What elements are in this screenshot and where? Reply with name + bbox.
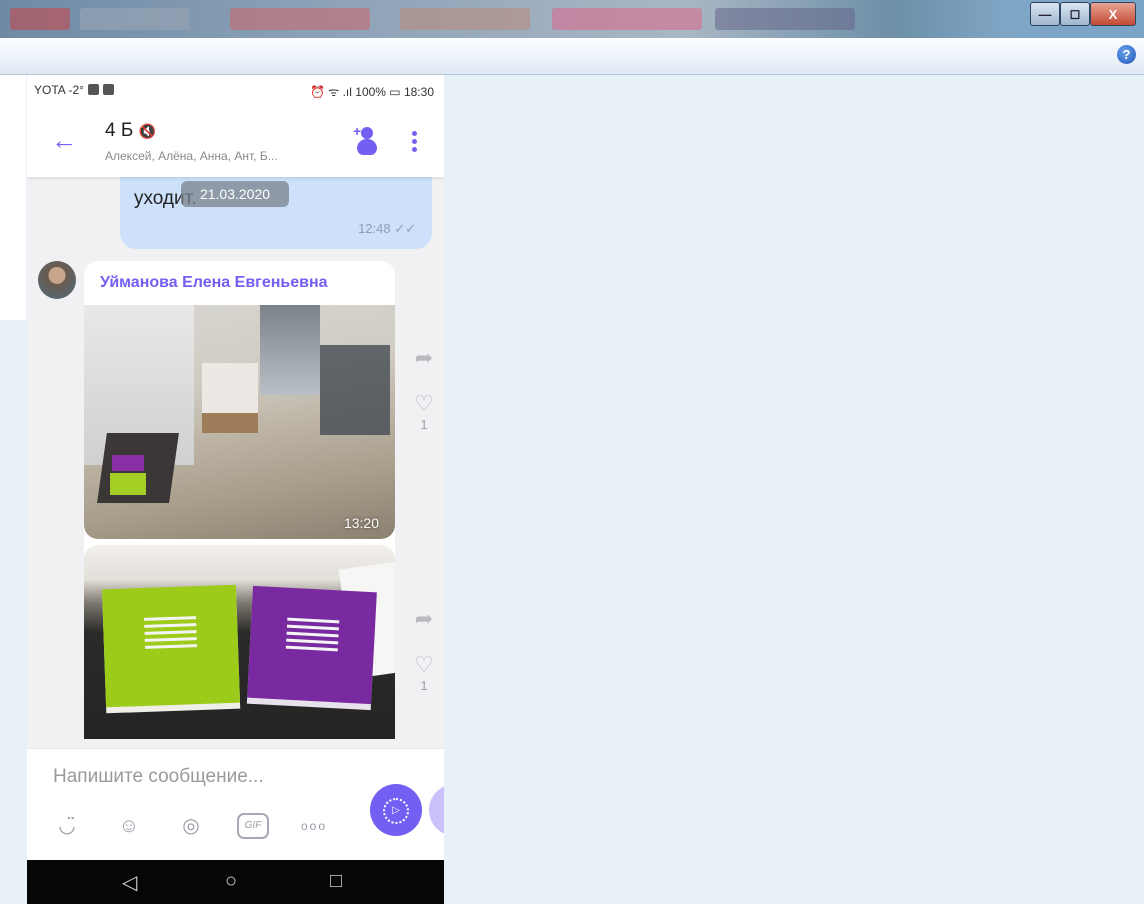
- maximize-button[interactable]: ◻: [1060, 2, 1090, 26]
- chat-header: ← 4 Б 🔇 Алексей, Алёна, Анна, Ант, Б... …: [27, 105, 444, 177]
- gallery-icon[interactable]: ☺: [113, 813, 145, 839]
- blurred-taskbar-item: [715, 8, 855, 30]
- carrier-label: YOTA -2°: [34, 83, 114, 97]
- gallery-notification-icon: [102, 84, 114, 95]
- share-icon[interactable]: ➦: [409, 608, 439, 630]
- nav-back-button[interactable]: ◁: [122, 870, 137, 895]
- window-title-bar: — ◻ X: [0, 0, 1144, 38]
- photo-notebooks[interactable]: [84, 545, 395, 739]
- like-count: 1: [420, 678, 428, 693]
- photo-lobby[interactable]: 13:20: [84, 305, 395, 539]
- secondary-action-button[interactable]: [429, 784, 444, 836]
- left-panel-edge: [0, 75, 26, 320]
- nav-recents-button[interactable]: □: [330, 870, 342, 893]
- photo2-actions: ➦ ♡ 1: [409, 608, 439, 694]
- incoming-message: Уйманова Елена Евгеньевна 13:20: [84, 261, 395, 739]
- gif-icon[interactable]: GIF: [237, 813, 269, 839]
- voice-video-button[interactable]: ▷: [370, 784, 422, 836]
- composer-tools: ◡̈ ☺ ◎ GIF ooo: [51, 813, 359, 839]
- app-toolbar: ?: [0, 38, 1144, 75]
- help-icon[interactable]: ?: [1117, 45, 1136, 64]
- blurred-taskbar-item: [80, 8, 190, 30]
- status-bar: YOTA -2° ⏰ ᯤ .ıl 100% ▭ 18:30: [27, 75, 444, 105]
- message-time: 12:48 ✓✓: [358, 221, 416, 236]
- play-icon: ▷: [383, 798, 409, 825]
- mute-icon: 🔇: [138, 123, 157, 139]
- avatar[interactable]: [38, 261, 76, 299]
- chat-participants[interactable]: Алексей, Алёна, Анна, Ант, Б...: [105, 149, 278, 163]
- sticker-icon[interactable]: ◡̈: [51, 813, 83, 839]
- minimize-button[interactable]: —: [1030, 2, 1060, 26]
- more-options-icon[interactable]: ooo: [299, 813, 329, 839]
- chat-title[interactable]: 4 Б 🔇: [105, 120, 156, 142]
- photo-time: 13:20: [343, 515, 379, 531]
- android-nav-bar: ◁ ○ □: [27, 860, 444, 904]
- heart-icon[interactable]: ♡: [409, 654, 439, 676]
- back-arrow-icon[interactable]: ←: [51, 127, 77, 153]
- nav-home-button[interactable]: ○: [225, 870, 237, 893]
- blurred-taskbar-item: [10, 8, 70, 30]
- share-icon[interactable]: ➦: [409, 347, 439, 369]
- camera-icon[interactable]: ◎: [175, 813, 207, 839]
- more-vert-icon[interactable]: [412, 131, 418, 155]
- close-button[interactable]: X: [1090, 2, 1136, 26]
- photo1-actions: ➦ ♡ 1: [409, 347, 439, 433]
- phone-screen: YOTA -2° ⏰ ᯤ .ıl 100% ▭ 18:30 ← 4 Б 🔇 Ал…: [27, 75, 444, 904]
- sender-name[interactable]: Уйманова Елена Евгеньевна: [100, 274, 328, 292]
- blurred-taskbar-item: [552, 8, 702, 30]
- notification-icon: [87, 84, 99, 95]
- blurred-taskbar-item: [230, 8, 370, 30]
- like-count: 1: [420, 417, 428, 432]
- status-right: ⏰ ᯤ .ıl 100% ▭ 18:30: [310, 85, 434, 99]
- date-badge: 21.03.2020: [181, 181, 289, 207]
- blurred-taskbar-item: [400, 8, 530, 30]
- message-input[interactable]: [51, 765, 355, 789]
- message-composer: ◡̈ ☺ ◎ GIF ooo ▷: [27, 748, 444, 861]
- add-participant-icon[interactable]: +: [353, 123, 379, 157]
- heart-icon[interactable]: ♡: [409, 393, 439, 415]
- window-controls: — ◻ X: [1030, 2, 1136, 26]
